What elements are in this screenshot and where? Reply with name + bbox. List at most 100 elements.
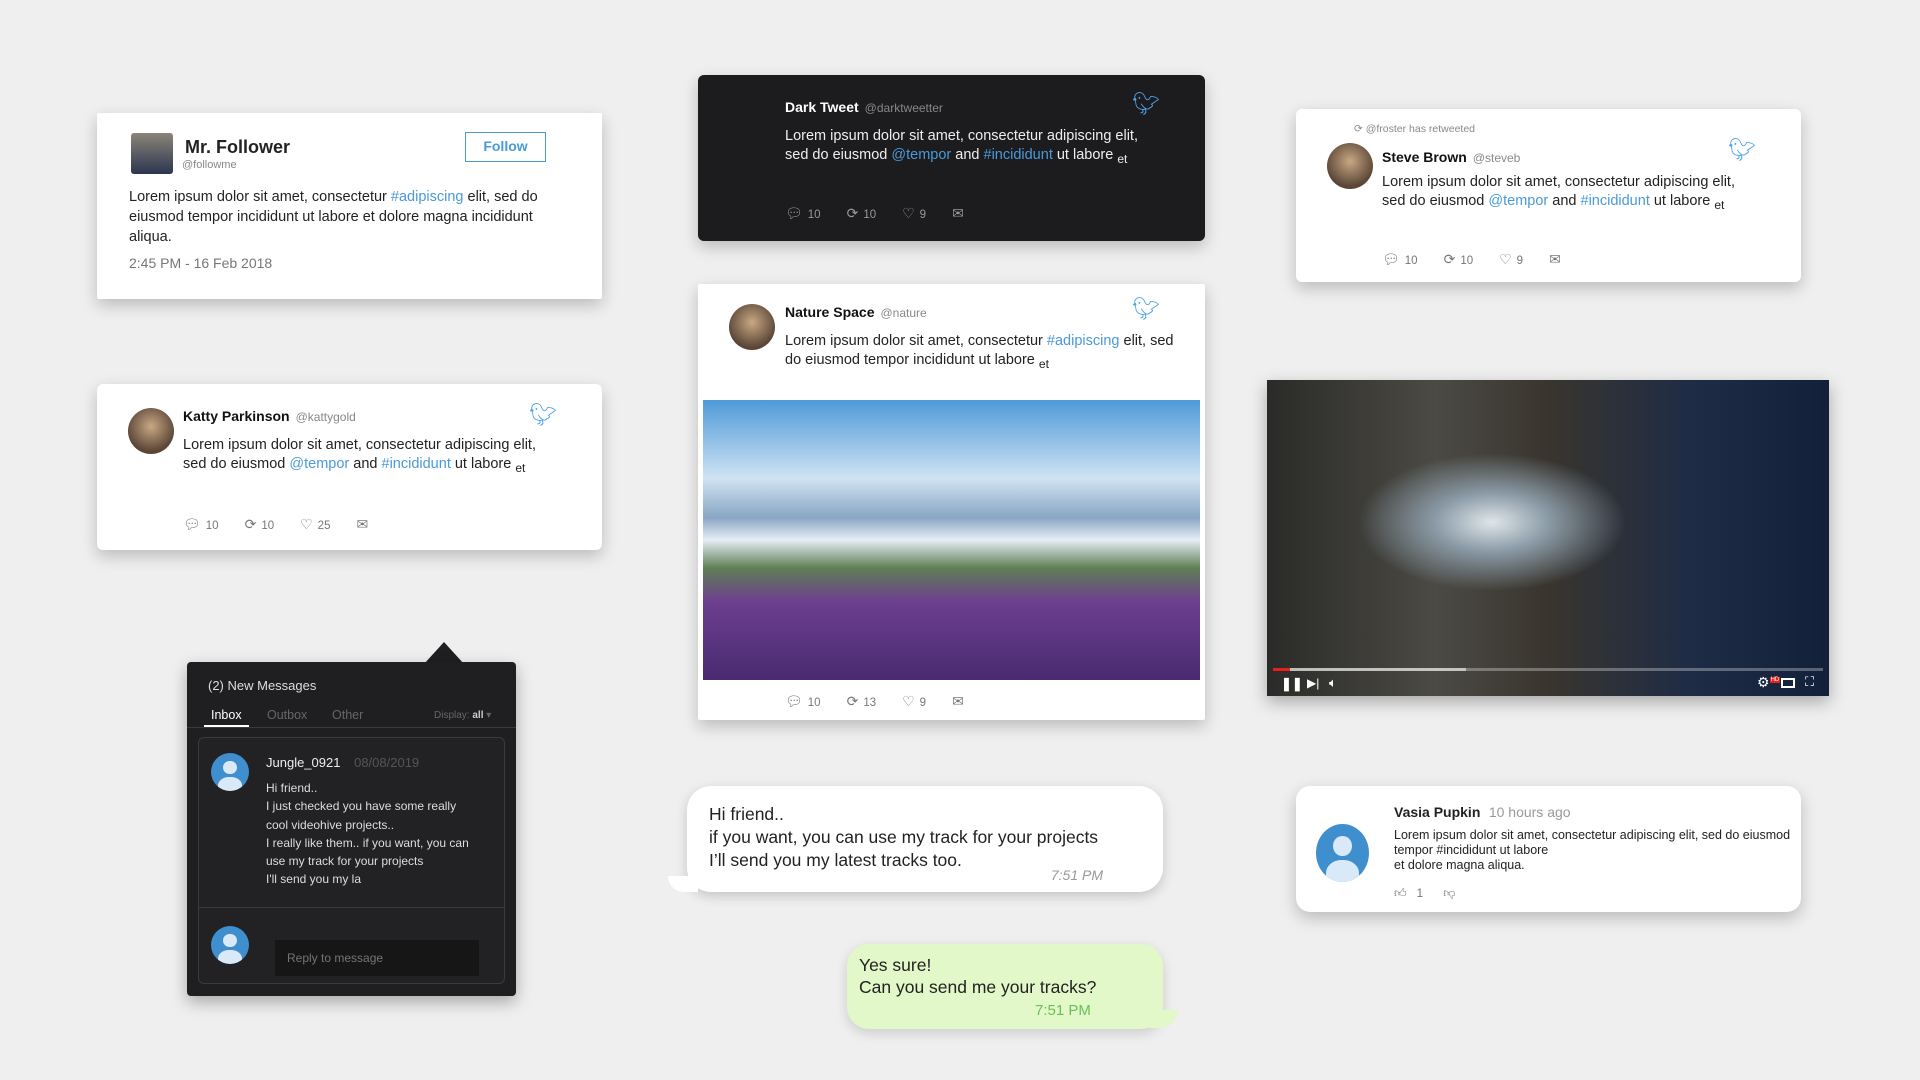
tweet-actions: 💬︎ 10 ⟳ 10 ♡ 9 ✉ — [785, 205, 969, 222]
tweet-card-nature: Nature Space @nature 🐦︎ Lorem ipsum dolor… — [698, 284, 1205, 720]
volume-icon[interactable]: 🔈︎ — [1329, 675, 1337, 691]
mail-icon: ✉ — [952, 693, 964, 709]
like-button[interactable]: ♡ 9 — [902, 205, 926, 222]
reply-button[interactable]: 💬︎ 10 — [183, 516, 219, 533]
user-handle: @followme — [182, 159, 237, 171]
reply-icon: 💬︎ — [183, 516, 201, 532]
tab-outbox[interactable]: Outbox — [267, 708, 307, 722]
message-body: Hi friend.. I just checked you have some … — [266, 781, 469, 887]
reply-icon: 💬︎ — [785, 205, 803, 221]
thumbs-down-icon[interactable]: 👎︎ — [1443, 886, 1455, 901]
tweet-actions: 💬︎ 10 ⟳ 10 ♡ 25 ✉ — [183, 516, 373, 533]
comment-text: Lorem ipsum dolor sit amet, consectetur … — [1394, 828, 1791, 872]
like-count: 1 — [1416, 886, 1424, 900]
comment-card: Vasia Pupkin 10 hours ago Lorem ipsum do… — [1296, 786, 1801, 912]
message-button[interactable]: ✉ — [356, 516, 373, 533]
reply-button[interactable]: 💬︎ 10 — [785, 205, 821, 222]
retweet-icon: ⟳ — [1354, 123, 1366, 135]
heart-icon: ♡ — [902, 693, 915, 709]
mention-link[interactable]: @tempor — [1488, 193, 1548, 209]
sender-name: Jungle_0921 — [266, 755, 341, 770]
message-button[interactable]: ✉ — [1549, 251, 1566, 268]
tweet-text: Lorem ipsum dolor sit amet, consectetur … — [785, 333, 1174, 371]
message-thread: Jungle_0921 08/08/2019 Hi friend.. I just… — [198, 737, 505, 984]
tweet-card-steve: ⟳ @froster has retweeted Steve Brown @ste… — [1296, 109, 1801, 282]
tweet-image-mountains[interactable] — [703, 400, 1200, 680]
incoming-time: 7:51 PM — [1050, 867, 1103, 883]
twitter-bird-icon: 🐦︎ — [529, 402, 557, 427]
messages-arrow — [424, 642, 464, 664]
user-name: Nature Space — [785, 304, 875, 320]
tweet-text: Lorem ipsum dolor sit amet, consectetur … — [183, 437, 536, 475]
comment-time: 10 hours ago — [1488, 804, 1571, 820]
message-button[interactable]: ✉ — [952, 205, 969, 222]
mail-icon: ✉ — [952, 205, 964, 221]
reply-input[interactable] — [275, 940, 479, 976]
retweet-button[interactable]: ⟳ 10 — [847, 205, 877, 222]
follow-button[interactable]: Follow — [465, 132, 546, 162]
bubble-tail — [1150, 1010, 1178, 1028]
user-handle: @kattygold — [295, 410, 356, 424]
user-name: Vasia Pupkin — [1394, 804, 1481, 820]
twitter-bird-icon: 🐦︎ — [1132, 296, 1160, 321]
retweet-icon: ⟳ — [846, 693, 859, 709]
messages-title: (2) New Messages — [208, 678, 317, 693]
retweet-button[interactable]: ⟳ 13 — [847, 693, 877, 710]
mail-icon: ✉ — [1549, 251, 1561, 267]
bubble-tail — [668, 876, 698, 892]
heart-icon: ♡ — [300, 516, 313, 532]
tweet-actions: 💬︎ 10 ⟳ 10 ♡ 9 ✉ — [1382, 251, 1566, 268]
like-button[interactable]: ♡ 9 — [902, 693, 926, 710]
like-button[interactable]: ♡ 9 — [1499, 251, 1523, 268]
heart-icon: ♡ — [1499, 251, 1512, 267]
hashtag-link[interactable]: #incididunt — [1581, 193, 1650, 209]
retweet-icon: ⟳ — [1443, 251, 1456, 267]
message-button[interactable]: ✉ — [952, 693, 969, 710]
settings-button[interactable]: ⚙HD — [1757, 674, 1781, 691]
user-avatar-icon — [1316, 824, 1369, 882]
reply-button[interactable]: 💬︎ 10 — [785, 693, 821, 710]
reply-icon: 💬︎ — [785, 693, 803, 709]
retweet-icon: ⟳ — [244, 516, 257, 532]
hashtag-link[interactable]: #incididunt — [984, 147, 1053, 163]
retweet-button[interactable]: ⟳ 10 — [245, 516, 275, 533]
user-name: Mr. Follower — [185, 137, 291, 157]
user-name: Steve Brown — [1382, 149, 1467, 165]
tweet-text: Lorem ipsum dolor sit amet, consectetur … — [129, 189, 538, 245]
messages-tabs: Inbox Outbox Other Display: all ▾ — [187, 706, 516, 728]
retweet-icon: ⟳ — [846, 205, 859, 221]
retweeted-by: ⟳ @froster has retweeted — [1354, 123, 1476, 135]
hashtag-link[interactable]: #adipiscing — [1047, 333, 1120, 349]
mention-link[interactable]: @tempor — [289, 456, 349, 472]
twitter-bird-icon: 🐦︎ — [1132, 91, 1160, 116]
retweet-button[interactable]: ⟳ 10 — [1444, 251, 1474, 268]
tweet-text: Lorem ipsum dolor sit amet, consectetur … — [785, 128, 1138, 166]
avatar — [729, 304, 775, 350]
thumbs-up-icon[interactable]: 👍︎ — [1394, 886, 1407, 901]
fullscreen-button[interactable]: ⛶ — [1805, 674, 1814, 690]
display-filter[interactable]: Display: all ▾ — [434, 710, 491, 721]
like-button[interactable]: ♡ 25 — [300, 516, 330, 533]
video-progress-track[interactable] — [1273, 668, 1823, 671]
hd-badge: HD — [1769, 677, 1781, 684]
tab-inbox[interactable]: Inbox — [204, 708, 249, 727]
avatar — [1327, 143, 1373, 189]
hashtag-link[interactable]: #adipiscing — [391, 189, 464, 205]
hashtag-link[interactable]: #incididunt — [382, 456, 451, 472]
twitter-bird-icon: 🐦︎ — [1728, 137, 1756, 162]
user-name: Katty Parkinson — [183, 408, 290, 424]
tweet-text: Lorem ipsum dolor sit amet, consectetur … — [1382, 174, 1735, 212]
tweet-card-dark: Dark Tweet @darktweetter 🐦︎ Lorem ipsum d… — [698, 75, 1205, 241]
avatar — [131, 133, 173, 174]
pause-button[interactable]: ❚❚ — [1281, 676, 1303, 692]
video-progress — [1273, 668, 1290, 671]
incoming-bubble: Hi friend.. if you want, you can use my t… — [687, 786, 1163, 892]
video-player[interactable]: ❚❚ ▶| 🔈︎ ⚙HD ⛶ — [1267, 380, 1829, 696]
user-handle: @nature — [880, 306, 927, 320]
theater-mode-button[interactable] — [1781, 678, 1795, 688]
mention-link[interactable]: @tempor — [891, 147, 951, 163]
reply-button[interactable]: 💬︎ 10 — [1382, 251, 1418, 268]
tab-other[interactable]: Other — [332, 708, 363, 722]
user-name: Dark Tweet — [785, 99, 859, 115]
next-button[interactable]: ▶| — [1307, 676, 1319, 690]
